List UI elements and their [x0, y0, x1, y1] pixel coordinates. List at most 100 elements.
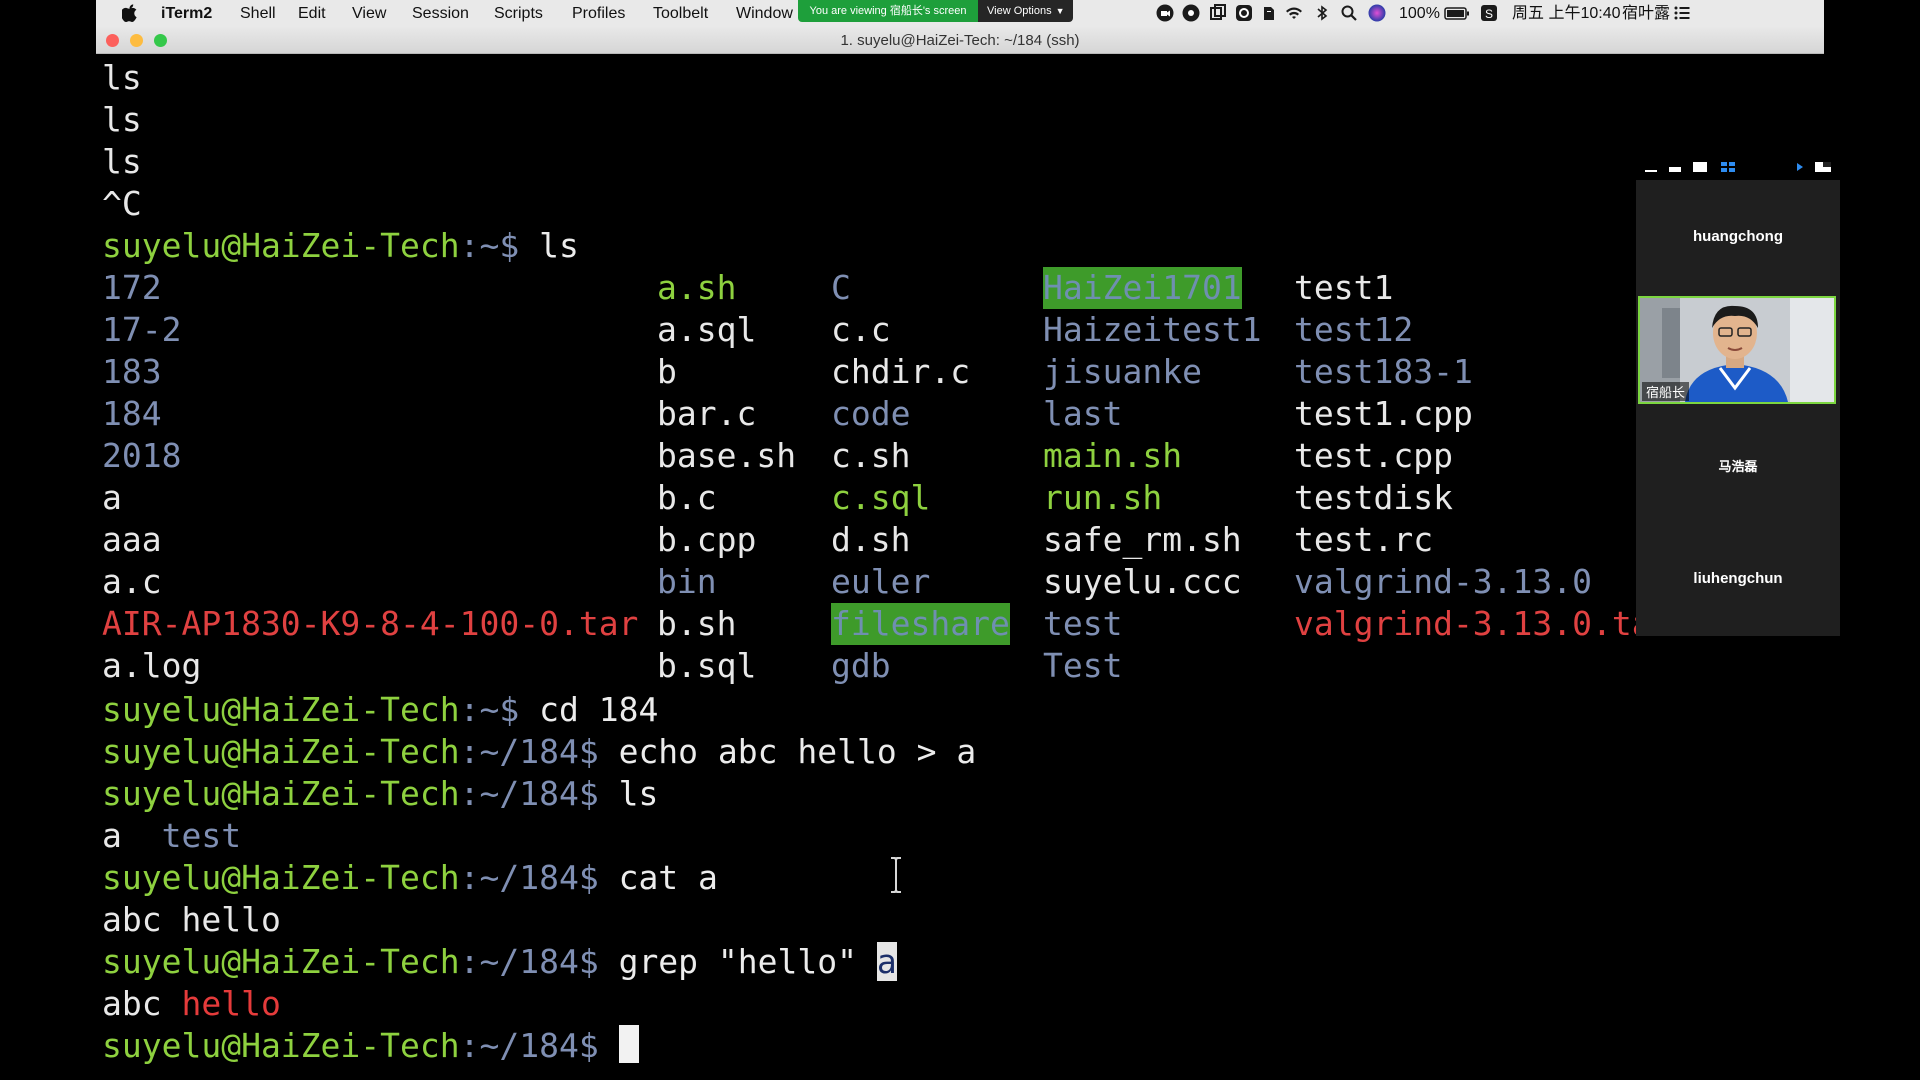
- terminal-output-line: a test: [102, 815, 241, 857]
- menu-toolbelt[interactable]: Toolbelt: [653, 4, 708, 23]
- prompt-user: suyelu@HaiZei-Tech: [102, 774, 460, 813]
- spotlight-icon[interactable]: [1339, 3, 1359, 23]
- wifi-icon[interactable]: [1284, 3, 1304, 23]
- apple-icon[interactable]: [122, 4, 138, 22]
- prompt-path: :~$: [459, 226, 520, 265]
- file-entry: aaa: [102, 520, 162, 559]
- command-text: cat a: [598, 858, 718, 897]
- evernote-icon[interactable]: [1259, 3, 1279, 23]
- battery-icon[interactable]: [1444, 3, 1470, 23]
- next-page-icon[interactable]: [1794, 160, 1806, 174]
- text-cursor-icon: [891, 857, 901, 893]
- executable-entry: run.sh: [1043, 478, 1163, 517]
- chevron-down-icon: ▼: [1055, 6, 1065, 16]
- camera-icon[interactable]: [1181, 3, 1201, 23]
- prompt-user: suyelu@HaiZei-Tech: [102, 690, 460, 729]
- minimize-icon[interactable]: [1644, 164, 1658, 174]
- executable-entry: main.sh: [1043, 436, 1183, 475]
- prompt-user: suyelu@HaiZei-Tech: [102, 226, 460, 265]
- archive-entry: AIR-AP1830-K9-8-4-100-0.tar: [102, 604, 639, 643]
- svg-text:S: S: [1485, 7, 1493, 21]
- menu-window[interactable]: Window: [736, 4, 793, 23]
- command-text: grep "hello": [598, 942, 877, 981]
- file-entry: a.log: [102, 646, 202, 685]
- archive-entry: valgrind-3.13.0.ta: [1294, 604, 1652, 643]
- directory-entry: Haizeitest1: [1043, 310, 1262, 349]
- file-entry: a: [102, 816, 122, 855]
- selected-text[interactable]: a: [876, 942, 897, 981]
- participant-tile-huangchong[interactable]: huangchong: [1636, 228, 1840, 245]
- directory-entry: test183-1: [1294, 352, 1473, 391]
- app-icon[interactable]: [1234, 3, 1254, 23]
- directory-entry: test12: [1294, 310, 1414, 349]
- file-entry: b.sql: [657, 646, 757, 685]
- terminal-prompt-line: suyelu@HaiZei-Tech:~/184$ ls: [102, 773, 658, 815]
- directory-entry: valgrind-3.13.0: [1294, 562, 1593, 601]
- terminal-prompt-line: suyelu@HaiZei-Tech:~/184$ echo abc hello…: [102, 731, 976, 773]
- participant-tile-mahaolei[interactable]: 马浩磊: [1636, 456, 1840, 475]
- prompt-path: :~/184$: [459, 774, 599, 813]
- file-entry: b.sh: [657, 604, 737, 643]
- participants-panel: huangchong 宿船长 马浩磊 liuhengchun: [1636, 180, 1840, 636]
- participant-name-label: 宿船长: [1642, 382, 1690, 401]
- file-entry: d.sh: [831, 520, 911, 559]
- menu-scripts[interactable]: Scripts: [494, 4, 543, 23]
- menu-app-iterm2[interactable]: iTerm2: [161, 4, 212, 23]
- executable-entry: c.sql: [831, 478, 931, 517]
- menu-user[interactable]: 宿叶露: [1622, 4, 1670, 23]
- command-text: ls: [519, 226, 579, 265]
- grep-output-prefix: abc: [102, 984, 182, 1023]
- menu-clock[interactable]: 周五 上午10:40: [1512, 4, 1621, 23]
- participant-video-tile[interactable]: 宿船长: [1638, 296, 1836, 404]
- directory-entry: code: [831, 394, 911, 433]
- bluetooth-icon[interactable]: [1312, 3, 1332, 23]
- file-entry: base.sh: [657, 436, 797, 475]
- screen-share-banner: You are viewing 宿船长's screen View Option…: [798, 0, 1073, 22]
- highlighted-directory-entry: fileshare: [831, 603, 1010, 645]
- terminal-prompt-line: suyelu@HaiZei-Tech:~/184$ cat a: [102, 857, 718, 899]
- menu-view[interactable]: View: [352, 4, 386, 23]
- directory-entry: euler: [831, 562, 931, 601]
- notification-list-icon[interactable]: [1672, 3, 1692, 23]
- executable-entry: a.sh: [657, 268, 737, 307]
- file-entry: test1: [1294, 268, 1394, 307]
- directory-entry: 183: [102, 352, 162, 391]
- directory-entry: gdb: [831, 646, 891, 685]
- file-entry: test1.cpp: [1294, 394, 1473, 433]
- file-entry: test.rc: [1294, 520, 1434, 559]
- prompt-user: suyelu@HaiZei-Tech: [102, 1026, 460, 1065]
- menu-edit[interactable]: Edit: [298, 4, 326, 23]
- view-options-button[interactable]: View Options ▼: [978, 0, 1073, 22]
- participant-tile-liuhengchun[interactable]: liuhengchun: [1636, 570, 1840, 587]
- screen: iTerm2 Shell Edit View Session Scripts P…: [0, 0, 1920, 1080]
- window-title-bar[interactable]: 1. suyelu@HaiZei-Tech: ~/184 (ssh): [96, 27, 1824, 54]
- prompt-user: suyelu@HaiZei-Tech: [102, 942, 460, 981]
- hide-video-icon[interactable]: [1668, 164, 1682, 174]
- file-entry: c.sh: [831, 436, 911, 475]
- prompt-user: suyelu@HaiZei-Tech: [102, 732, 460, 771]
- siri-icon[interactable]: [1367, 3, 1387, 23]
- menu-shell[interactable]: Shell: [240, 4, 276, 23]
- terminal-output-line: abc hello: [102, 900, 281, 939]
- zoom-icon[interactable]: [1155, 3, 1175, 23]
- menu-profiles[interactable]: Profiles: [572, 4, 625, 23]
- prompt-path: :~$: [459, 690, 520, 729]
- file-entry: testdisk: [1294, 478, 1453, 517]
- speaker-view-icon[interactable]: [1692, 160, 1708, 174]
- gallery-view-icon[interactable]: [1720, 160, 1736, 174]
- menu-session[interactable]: Session: [412, 4, 469, 23]
- prompt-path: :~/184$: [459, 942, 599, 981]
- sogou-input-icon[interactable]: S: [1479, 3, 1499, 23]
- screenshot-icon[interactable]: [1208, 3, 1228, 23]
- directory-entry: jisuanke: [1043, 352, 1202, 391]
- prompt-path: :~/184$: [459, 1026, 599, 1065]
- exit-panel-icon[interactable]: [1814, 160, 1832, 174]
- prompt-path: :~/184$: [459, 732, 599, 771]
- file-entry: a.sql: [657, 310, 757, 349]
- terminal-area[interactable]: ls ls ls ^C suyelu@HaiZei-Tech:~$ ls 172…: [96, 54, 1824, 1080]
- directory-entry: 184: [102, 394, 162, 433]
- grep-match-highlight: hello: [181, 984, 281, 1023]
- menu-bar: iTerm2 Shell Edit View Session Scripts P…: [96, 0, 1824, 27]
- directory-entry: last: [1043, 394, 1123, 433]
- terminal-prompt-line: suyelu@HaiZei-Tech:~/184$ grep "hello" a: [102, 941, 897, 983]
